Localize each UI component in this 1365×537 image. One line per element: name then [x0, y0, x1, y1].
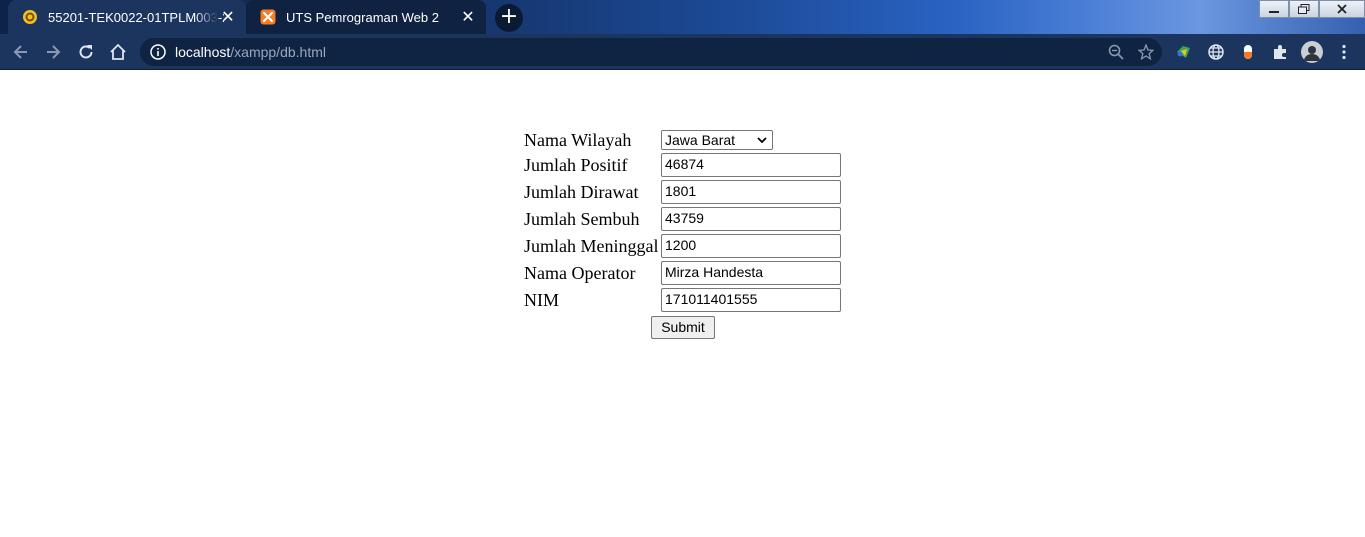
xampp-icon	[260, 9, 276, 25]
home-icon[interactable]	[108, 42, 128, 62]
restore-icon	[1298, 4, 1310, 14]
field-label: Nama Wilayah	[524, 129, 632, 150]
menu-kebab-icon[interactable]	[1334, 42, 1354, 62]
nim-input[interactable]: 171011401555	[661, 288, 841, 312]
url-text[interactable]: localhost/xampp/db.html	[175, 44, 326, 60]
field-label: Nama Operator	[524, 262, 636, 283]
field-label: Jumlah Meninggal	[524, 235, 659, 256]
field-label: Jumlah Positif	[524, 154, 628, 175]
bookmark-star-icon[interactable]	[1138, 44, 1154, 60]
minimize-button[interactable]	[1259, 0, 1289, 18]
reload-icon[interactable]	[76, 42, 96, 62]
zoom-icon[interactable]	[1108, 44, 1124, 60]
restore-button[interactable]	[1289, 0, 1319, 18]
back-arrow-icon[interactable]	[11, 42, 31, 62]
avatar[interactable]	[1301, 41, 1323, 63]
treated-count-input[interactable]: 1801	[661, 180, 841, 204]
forward-arrow-icon[interactable]	[43, 42, 63, 62]
close-icon[interactable]: ✕	[220, 9, 236, 25]
tab-title-fade	[194, 6, 218, 28]
window-close-button[interactable]	[1319, 0, 1365, 18]
window-controls	[1259, 0, 1365, 18]
field-label: NIM	[524, 289, 559, 310]
new-tab-button[interactable]: +	[495, 4, 523, 32]
tab-title: UTS Pemrograman Web 2	[286, 9, 439, 25]
extensions-puzzle-icon[interactable]	[1270, 42, 1290, 62]
omnibox-actions	[1108, 44, 1154, 60]
university-seal-icon	[23, 10, 37, 24]
positive-count-input[interactable]: 46874	[661, 153, 841, 177]
field-label: Jumlah Dirawat	[524, 181, 639, 202]
close-icon[interactable]: ✕	[460, 9, 476, 25]
site-info-icon[interactable]	[150, 44, 166, 60]
extension-pill-icon[interactable]	[1238, 42, 1258, 62]
browser-toolbar: localhost/xampp/db.html	[0, 34, 1365, 70]
region-select[interactable]: Jawa Barat	[661, 130, 773, 150]
address-bar[interactable]: localhost/xampp/db.html	[140, 38, 1162, 66]
url-path: /xampp/db.html	[230, 44, 326, 60]
profile-avatar-icon	[1301, 41, 1323, 63]
tab-strip: 55201-TEK0022-01TPLM003-202 ✕ UTS Pemrog…	[0, 0, 1365, 34]
deaths-count-input[interactable]: 1200	[661, 234, 841, 258]
globe-icon[interactable]	[1206, 42, 1226, 62]
minimize-icon	[1269, 11, 1279, 13]
chevron-down-icon	[757, 137, 767, 144]
close-window-icon	[1337, 4, 1347, 14]
field-label: Jumlah Sembuh	[524, 208, 640, 229]
region-select-value: Jawa Barat	[665, 132, 736, 148]
extension-shield-icon[interactable]	[1174, 42, 1194, 62]
recovered-count-input[interactable]: 43759	[661, 207, 841, 231]
tab-active[interactable]: 55201-TEK0022-01TPLM003-202 ✕	[8, 0, 246, 34]
tab-inactive[interactable]: UTS Pemrograman Web 2 ✕	[246, 0, 486, 34]
url-host: localhost	[175, 44, 231, 60]
submit-button[interactable]: Submit	[651, 316, 715, 339]
operator-name-input[interactable]: Mirza Handesta	[661, 261, 841, 285]
